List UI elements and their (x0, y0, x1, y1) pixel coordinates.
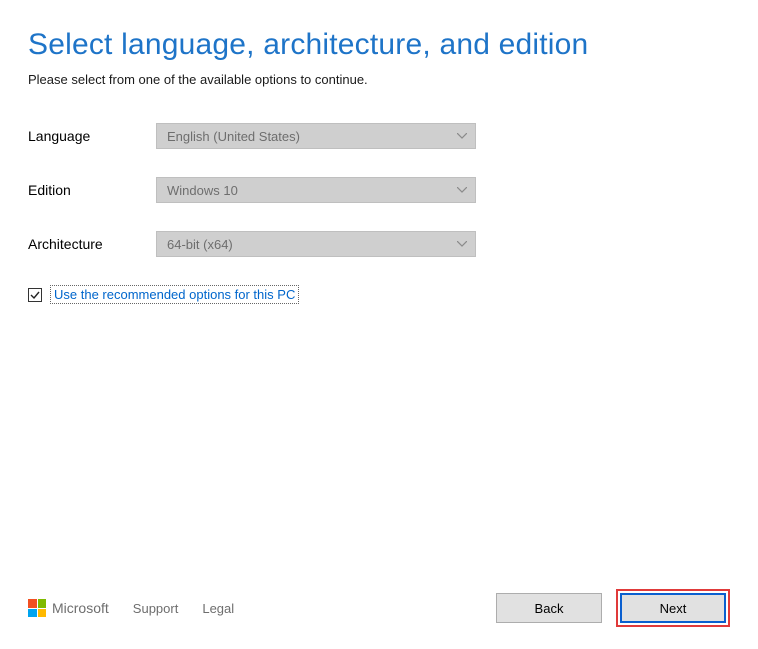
edition-row: Edition Windows 10 (28, 177, 730, 203)
recommended-checkbox[interactable] (28, 288, 42, 302)
language-value: English (United States) (167, 129, 300, 144)
edition-label: Edition (28, 182, 156, 198)
microsoft-logo-text: Microsoft (52, 600, 109, 616)
language-select[interactable]: English (United States) (156, 123, 476, 149)
recommended-checkbox-label[interactable]: Use the recommended options for this PC (50, 285, 299, 304)
language-label: Language (28, 128, 156, 144)
microsoft-logo: Microsoft (28, 599, 109, 617)
legal-link[interactable]: Legal (202, 601, 234, 616)
edition-select[interactable]: Windows 10 (156, 177, 476, 203)
chevron-down-icon (457, 187, 467, 193)
architecture-select[interactable]: 64-bit (x64) (156, 231, 476, 257)
support-link[interactable]: Support (133, 601, 179, 616)
footer: Microsoft Support Legal Back Next (0, 585, 758, 649)
footer-left: Microsoft Support Legal (28, 599, 496, 617)
recommended-checkbox-row: Use the recommended options for this PC (28, 285, 730, 304)
next-button[interactable]: Next (620, 593, 726, 623)
page-subtitle: Please select from one of the available … (28, 72, 730, 87)
chevron-down-icon (457, 133, 467, 139)
page-title: Select language, architecture, and editi… (28, 28, 730, 62)
edition-value: Windows 10 (167, 183, 238, 198)
language-row: Language English (United States) (28, 123, 730, 149)
footer-right: Back Next (496, 589, 730, 627)
microsoft-logo-icon (28, 599, 46, 617)
checkmark-icon (30, 290, 40, 300)
back-button[interactable]: Back (496, 593, 602, 623)
next-button-highlight: Next (616, 589, 730, 627)
architecture-row: Architecture 64-bit (x64) (28, 231, 730, 257)
chevron-down-icon (457, 241, 467, 247)
architecture-label: Architecture (28, 236, 156, 252)
architecture-value: 64-bit (x64) (167, 237, 233, 252)
